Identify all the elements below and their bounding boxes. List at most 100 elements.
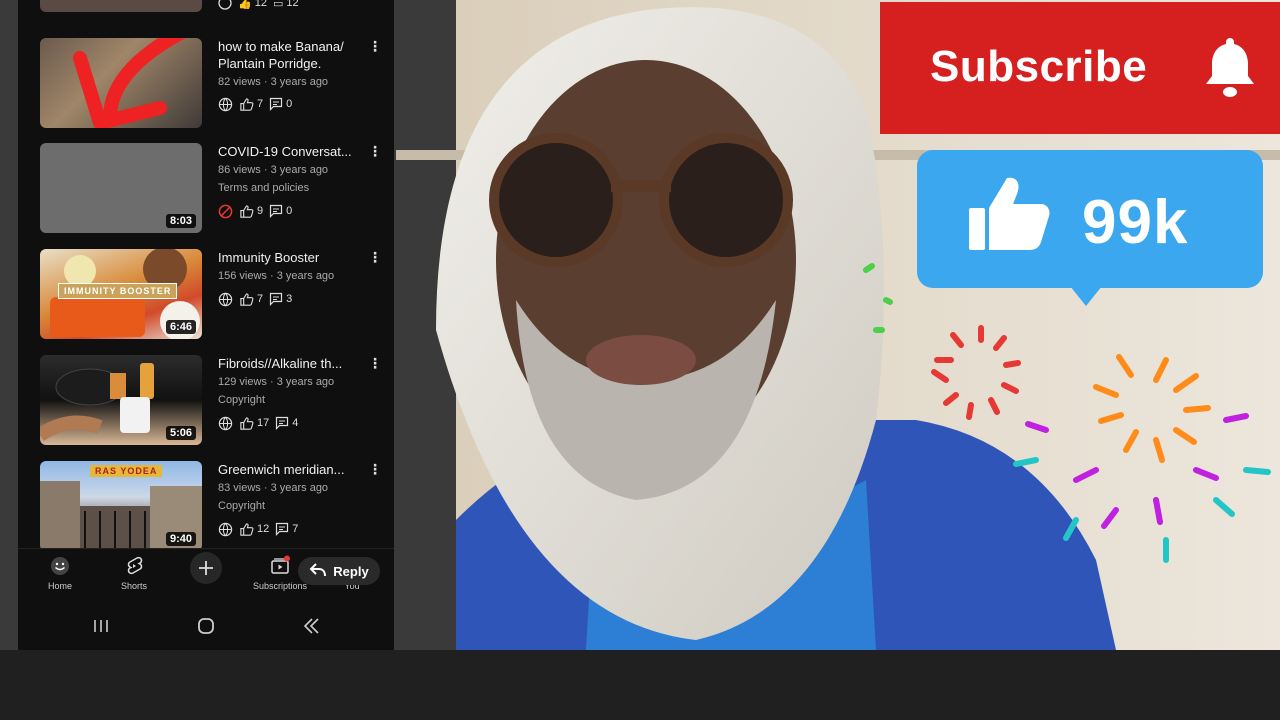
comment-count: 0 [286, 98, 293, 110]
video-meta: 156 views · 3 years ago [218, 270, 335, 282]
video-notice[interactable]: Copyright [218, 499, 265, 513]
subscribe-label: Subscribe [930, 42, 1148, 91]
video-stats: 👍 12 ▭ 12 [218, 0, 299, 12]
video-thumbnail[interactable]: 5:06 [40, 355, 202, 445]
letterbox-bar [0, 650, 1280, 720]
like-count: 7 [257, 293, 264, 305]
nav-label: Shorts [120, 581, 147, 591]
list-item[interactable]: 8:03 COVID-19 Conversat... 86 views · 3 … [18, 143, 394, 243]
like-count-label: 99k [1082, 188, 1189, 257]
video-title[interactable]: COVID-19 Conversat... [218, 143, 358, 160]
system-navigation [18, 600, 394, 650]
video-notice[interactable]: Copyright [218, 393, 265, 407]
video-stats: 12 7 [218, 520, 298, 538]
phone-screen: 👍 12 ▭ 12 how to make Banana/ Plantain Por… [18, 0, 394, 650]
thumbnail-caption: RAS YODEA [90, 465, 163, 477]
like-icon[interactable]: 17 [239, 416, 269, 431]
video-stats: 7 3 [218, 290, 292, 308]
reply-button[interactable]: Reply [298, 557, 380, 585]
duration-badge: 5:06 [165, 426, 196, 440]
list-item[interactable]: how to make Banana/ Plantain Porridge. 8… [18, 38, 394, 138]
video-thumbnail[interactable]: RAS YODEA 9:40 [40, 461, 202, 551]
like-icon[interactable]: 7 [239, 292, 263, 307]
bell-icon[interactable] [1205, 36, 1255, 103]
comment-icon[interactable]: 0 [269, 204, 292, 218]
video-thumbnail[interactable] [40, 0, 202, 12]
globe-icon [218, 416, 233, 431]
like-count: 9 [257, 205, 264, 217]
list-item[interactable]: IMMUNITY BOOSTER 6:46 Immunity Booster 1… [18, 249, 394, 349]
like-counter-bubble: 99k [917, 150, 1263, 288]
more-options-icon[interactable]: ⋮ [368, 356, 382, 370]
comment-count: 7 [292, 523, 299, 535]
red-arrow-graphic [73, 38, 187, 128]
comment-icon[interactable]: ▭ 12 [273, 0, 299, 10]
plus-icon [178, 552, 234, 584]
more-options-icon[interactable]: ⋮ [368, 250, 382, 264]
video-title-line: how to make Banana/ [218, 39, 344, 54]
globe-icon [218, 97, 233, 112]
like-count: 17 [257, 417, 270, 429]
globe-icon [218, 522, 233, 537]
video-title[interactable]: Immunity Booster [218, 249, 358, 266]
recents-icon[interactable] [92, 618, 110, 639]
video-meta: 129 views · 3 years ago [218, 376, 335, 388]
nav-label: Subscriptions [252, 581, 308, 591]
home-circle-icon[interactable] [197, 617, 215, 640]
video-title-line: COVID-19 Conversat... [218, 144, 352, 159]
more-options-icon[interactable]: ⋮ [368, 462, 382, 476]
comment-icon[interactable]: 0 [269, 97, 292, 111]
bubble-tail [1070, 286, 1102, 306]
video-title-line: Immunity Booster [218, 250, 320, 265]
like-icon[interactable]: 12 [239, 522, 269, 537]
video-title-line: Plantain Porridge. [218, 56, 322, 71]
duration-badge: 6:46 [165, 320, 196, 334]
thumbs-up-icon [967, 176, 1051, 257]
video-frame: 👍 12 ▭ 12 how to make Banana/ Plantain Por… [0, 0, 1280, 650]
video-meta: 83 views · 3 years ago [218, 482, 329, 494]
video-stats: 9 0 [218, 202, 292, 220]
comment-count: 0 [286, 205, 293, 217]
video-title[interactable]: Greenwich meridian... [218, 461, 358, 478]
reply-label: Reply [333, 563, 369, 579]
video-thumbnail[interactable] [40, 38, 202, 128]
video-title[interactable]: Fibroids//Alkaline th... [218, 355, 358, 372]
blocked-icon [218, 204, 233, 219]
nav-shorts[interactable]: Shorts [106, 555, 162, 591]
list-item[interactable]: RAS YODEA 9:40 Greenwich meridian... 83 … [18, 461, 394, 561]
shorts-icon [106, 555, 162, 577]
video-stats: 7 0 [218, 95, 292, 113]
like-icon[interactable]: 9 [239, 204, 263, 219]
create-button[interactable] [178, 552, 234, 584]
video-notice[interactable]: Terms and policies [218, 181, 309, 195]
globe-icon [218, 292, 233, 307]
video-stats: 17 4 [218, 414, 298, 432]
globe-icon [218, 0, 232, 10]
video-title[interactable]: how to make Banana/ Plantain Porridge. [218, 38, 358, 72]
comment-count: 4 [292, 417, 299, 429]
subscribe-button[interactable]: Subscribe [880, 2, 1280, 134]
more-options-icon[interactable]: ⋮ [368, 39, 382, 53]
comment-count: 3 [286, 293, 293, 305]
video-meta: 82 views · 3 years ago [218, 76, 329, 88]
comment-icon[interactable]: 3 [269, 292, 292, 306]
video-title-line: Fibroids//Alkaline th... [218, 356, 343, 371]
thumbnail-caption: IMMUNITY BOOSTER [58, 283, 178, 299]
video-title-line: Greenwich meridian... [218, 462, 345, 477]
video-thumbnail[interactable]: IMMUNITY BOOSTER 6:46 [40, 249, 202, 339]
like-icon[interactable]: 👍 12 [238, 0, 267, 10]
nav-home[interactable]: Home [32, 555, 88, 591]
video-thumbnail[interactable]: 8:03 [40, 143, 202, 233]
like-icon[interactable]: 7 [239, 97, 263, 112]
list-item[interactable]: 👍 12 ▭ 12 [18, 0, 394, 22]
video-meta: 86 views · 3 years ago [218, 164, 329, 176]
duration-badge: 8:03 [165, 214, 196, 228]
like-count: 12 [254, 0, 267, 9]
list-item[interactable]: 5:06 Fibroids//Alkaline th... 129 views … [18, 355, 394, 455]
comment-count: 12 [286, 0, 299, 9]
comment-icon[interactable]: 4 [275, 416, 298, 430]
more-options-icon[interactable]: ⋮ [368, 144, 382, 158]
like-count: 7 [257, 98, 264, 110]
comment-icon[interactable]: 7 [275, 522, 298, 536]
back-icon[interactable] [302, 617, 320, 640]
